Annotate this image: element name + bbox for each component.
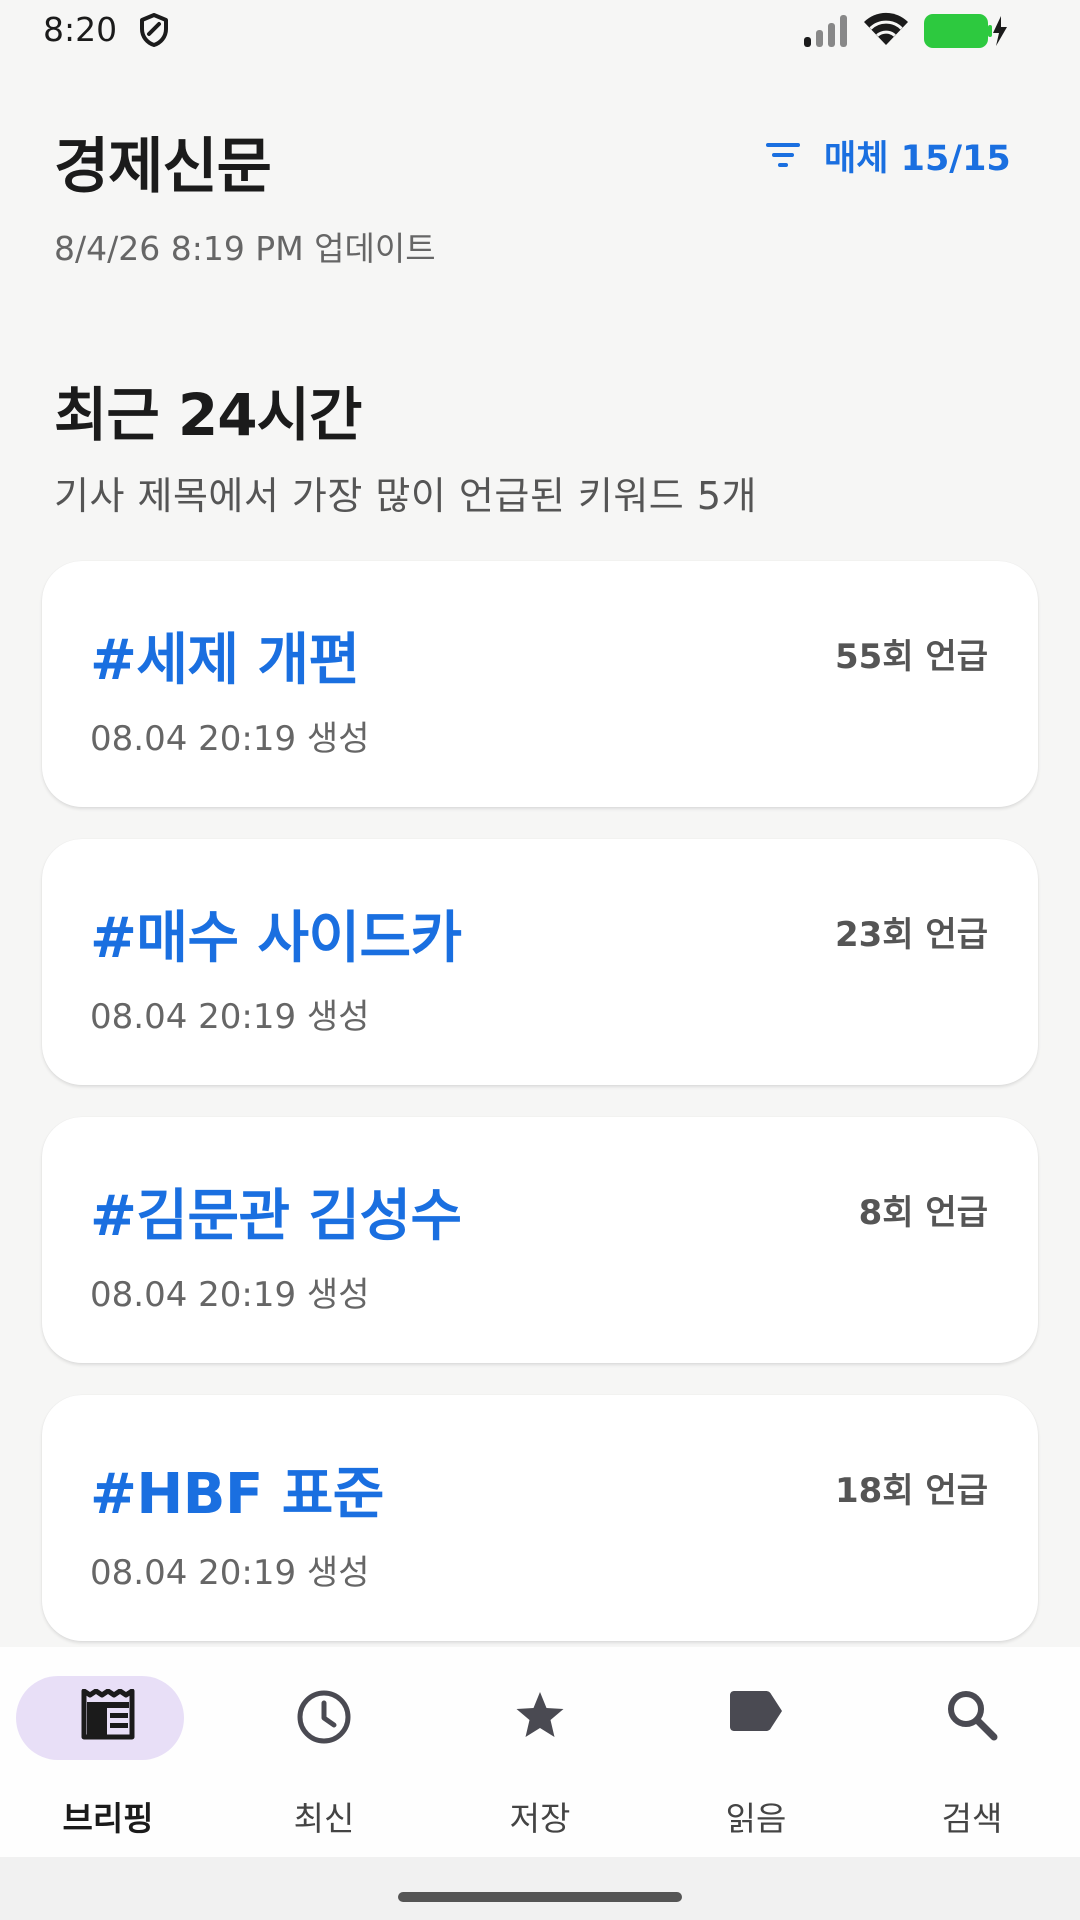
media-filter-label: 매체 15/15 — [824, 138, 1011, 179]
nav-item-search[interactable]: 검색 — [864, 1647, 1080, 1857]
created-time: 08.04 20:19 생성 — [90, 1275, 370, 1315]
search-icon — [948, 1691, 998, 1741]
gesture-area — [0, 1857, 1080, 1920]
updated-timestamp: 8/4/26 8:19 PM 업데이트 — [54, 229, 436, 268]
home-indicator[interactable] — [398, 1892, 682, 1902]
page-title: 경제신문 — [54, 132, 272, 202]
mention-count: 23회 언급 — [835, 915, 988, 955]
filter-icon — [766, 143, 800, 167]
signal-icon — [804, 15, 847, 47]
keyword-card[interactable]: #김문관 김성수 8회 언급 08.04 20:19 생성 — [42, 1117, 1038, 1363]
label-icon — [730, 1691, 782, 1731]
star-icon — [516, 1692, 564, 1737]
status-bar: 8:20 — [0, 0, 1080, 60]
keyword-title: #매수 사이드카 — [90, 906, 462, 971]
created-time: 08.04 20:19 생성 — [90, 719, 370, 759]
bottom-navigation: 브리핑 최신 저장 읽음 검색 — [0, 1647, 1080, 1857]
nav-label: 최신 — [293, 1799, 355, 1838]
keyword-title: #HBF 표준 — [90, 1462, 384, 1527]
keyword-title: #세제 개편 — [90, 628, 360, 693]
keyword-card[interactable]: #매수 사이드카 23회 언급 08.04 20:19 생성 — [42, 839, 1038, 1085]
mention-count: 18회 언급 — [835, 1471, 988, 1511]
shield-icon — [140, 13, 168, 47]
section-title: 최근 24시간 — [54, 381, 362, 449]
nav-label: 브리핑 — [62, 1799, 154, 1838]
briefing-icon — [81, 1689, 135, 1740]
status-time: 8:20 — [43, 10, 118, 49]
keyword-title: #김문관 김성수 — [90, 1184, 462, 1249]
mention-count: 55회 언급 — [835, 637, 988, 677]
nav-label: 저장 — [509, 1799, 571, 1838]
nav-label: 읽음 — [725, 1799, 787, 1838]
nav-item-briefing[interactable]: 브리핑 — [0, 1647, 216, 1857]
wifi-icon — [864, 12, 908, 46]
battery-icon — [924, 14, 1007, 48]
nav-label: 검색 — [941, 1799, 1003, 1838]
keyword-card[interactable]: #HBF 표준 18회 언급 08.04 20:19 생성 — [42, 1395, 1038, 1641]
keyword-card[interactable]: #세제 개편 55회 언급 08.04 20:19 생성 — [42, 561, 1038, 807]
section-description: 기사 제목에서 가장 많이 언급된 키워드 5개 — [54, 474, 757, 518]
created-time: 08.04 20:19 생성 — [90, 1553, 370, 1593]
mention-count: 8회 언급 — [858, 1193, 988, 1233]
clock-icon — [297, 1690, 351, 1744]
nav-item-saved[interactable]: 저장 — [432, 1647, 648, 1857]
media-filter-button[interactable]: 매체 15/15 — [764, 130, 1011, 180]
nav-item-latest[interactable]: 최신 — [216, 1647, 432, 1857]
nav-item-read[interactable]: 읽음 — [648, 1647, 864, 1857]
created-time: 08.04 20:19 생성 — [90, 997, 370, 1037]
screen: 8:20 경제신문 매체 15/15 8/4/26 8:19 PM 업데이트 최… — [0, 0, 1080, 1920]
